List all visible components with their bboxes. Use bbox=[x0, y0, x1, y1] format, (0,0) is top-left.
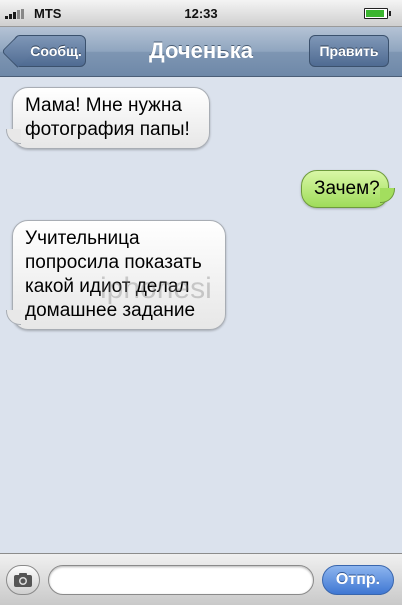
camera-button[interactable] bbox=[6, 565, 40, 595]
message-bubble-incoming[interactable]: Мама! Мне нужна фотография папы! bbox=[6, 87, 210, 149]
status-bar: MTS 12:33 bbox=[0, 0, 402, 27]
message-bubble-outgoing[interactable]: Зачем? bbox=[301, 170, 395, 208]
status-time: 12:33 bbox=[184, 6, 218, 21]
watermark: iphonesi bbox=[100, 272, 212, 305]
edit-button[interactable]: Править bbox=[309, 35, 389, 67]
message-input-bar: Отпр. bbox=[0, 553, 402, 605]
battery-icon bbox=[364, 8, 391, 19]
send-button[interactable]: Отпр. bbox=[322, 565, 394, 595]
camera-icon bbox=[14, 573, 32, 587]
navigation-bar: Сообщ. Доченька Править bbox=[0, 27, 402, 77]
message-input[interactable] bbox=[48, 565, 314, 595]
